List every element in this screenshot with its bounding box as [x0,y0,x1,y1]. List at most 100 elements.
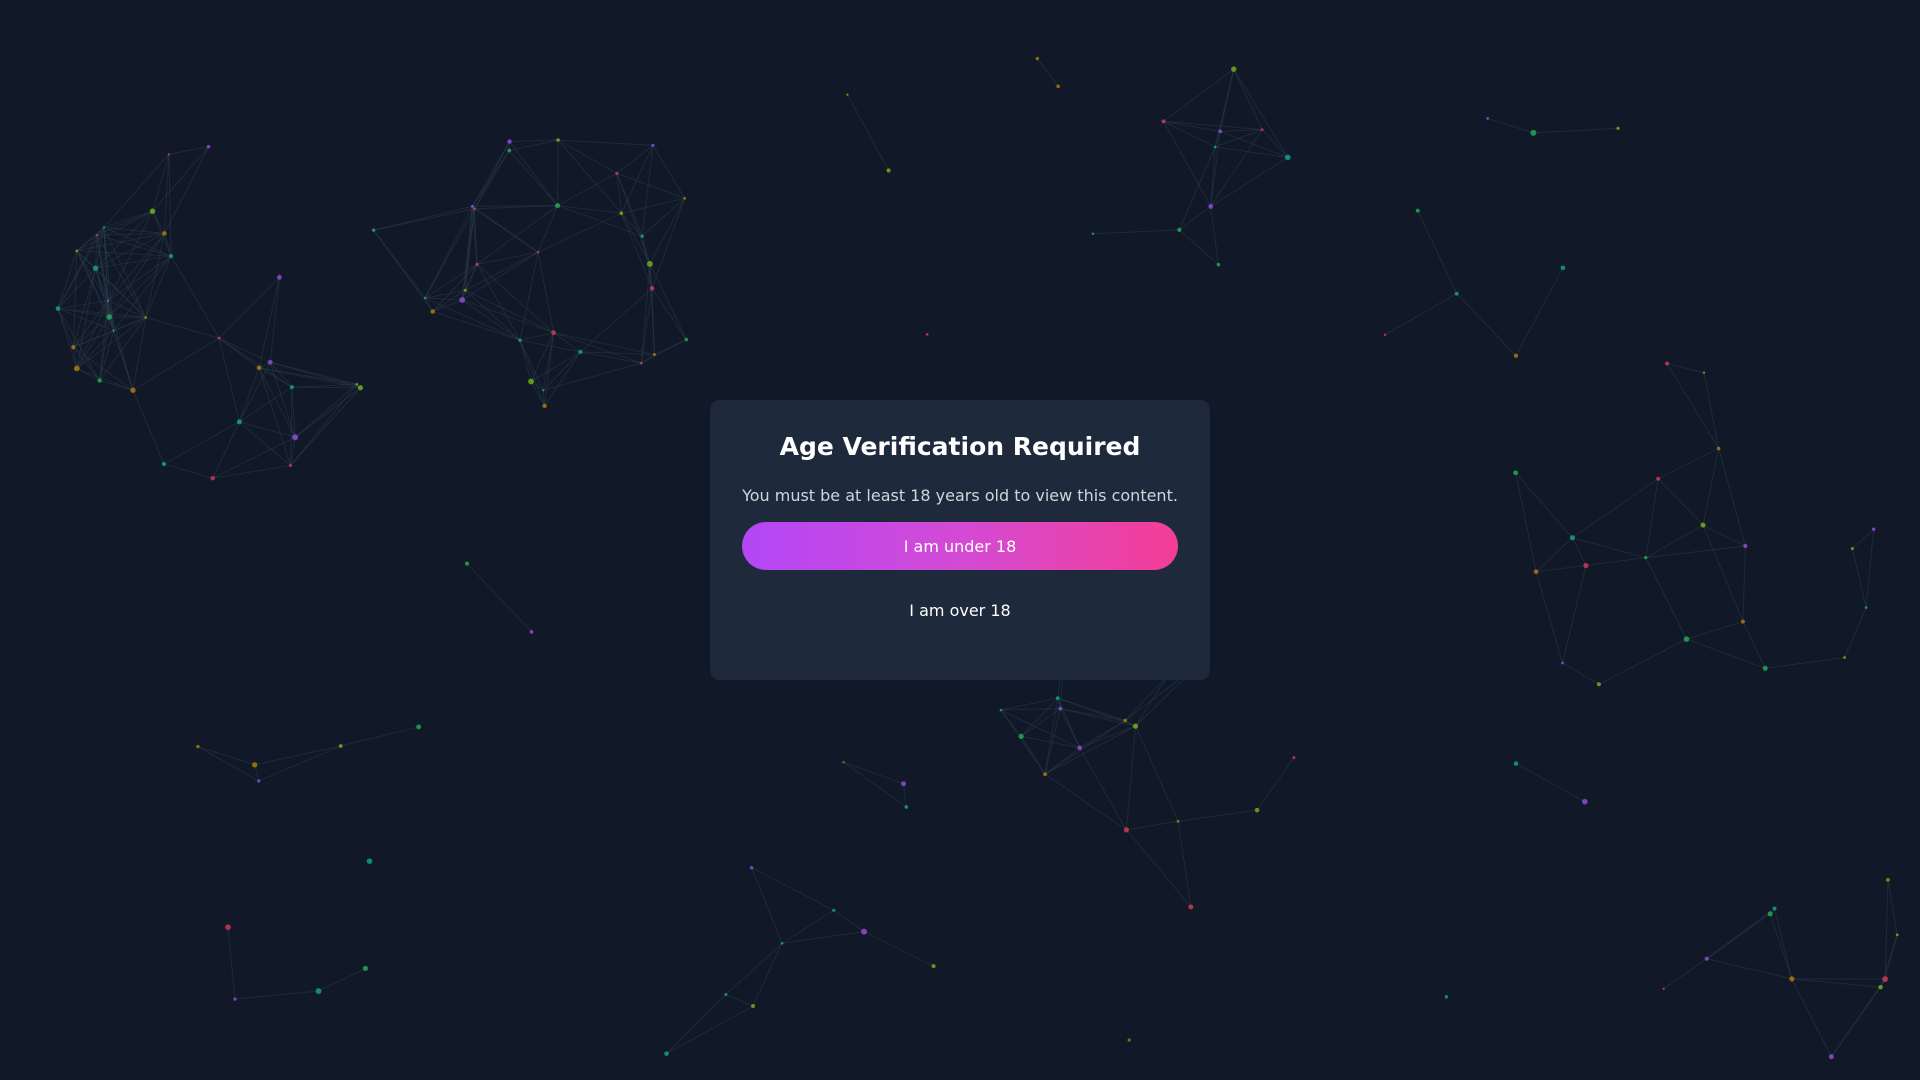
network-link [234,990,319,1000]
network-node [578,349,583,354]
network-link [1562,662,1600,685]
network-link [620,213,653,289]
network-link [1036,58,1059,87]
network-link [1791,978,1881,988]
network-node [106,299,110,303]
network-link [1562,565,1587,664]
network-link [1215,146,1288,158]
network-link [751,867,835,911]
network-node [846,93,849,96]
network-link [1092,229,1180,235]
network-link [752,943,783,1007]
network-node [149,208,156,215]
network-link [641,339,687,364]
network-link [132,390,165,465]
network-link [1487,117,1534,134]
under-18-button[interactable]: I am under 18 [742,522,1178,570]
network-node [542,389,545,392]
network-node [749,866,754,870]
over-18-button[interactable]: I am over 18 [742,586,1178,634]
network-node [475,262,479,266]
network-node [1161,119,1166,124]
network-node [106,314,113,320]
network-link [145,317,220,339]
network-link [163,463,213,479]
network-node [640,234,644,238]
network-link [1535,571,1564,664]
network-node [423,296,427,300]
network-node [206,144,211,149]
network-node [292,434,299,441]
network-link [1044,773,1127,831]
network-link [781,909,835,944]
network-link [1585,557,1646,567]
network-node [1254,807,1260,813]
network-link [472,205,539,253]
network-node [1850,546,1854,551]
network-node [161,461,167,467]
network-node [355,382,359,386]
network-link [1765,656,1845,669]
network-node [1292,756,1296,760]
network-node [1208,203,1214,209]
network-node [1560,265,1566,271]
network-node [619,211,624,216]
network-link [218,337,293,388]
network-node [267,359,273,365]
network-node [1596,682,1601,687]
network-link [1261,129,1289,158]
network-link [1163,121,1212,207]
network-link [170,255,220,339]
network-link [1456,293,1517,357]
network-link [1125,726,1137,830]
network-link [1515,472,1537,572]
network-node [1091,232,1095,236]
network-node [1871,527,1876,531]
network-link [1079,747,1127,831]
network-link [843,761,907,808]
network-node [288,464,292,468]
network-node [1533,569,1539,574]
network-link [290,384,358,466]
network-link [1515,763,1586,803]
network-link [1079,725,1136,749]
network-node [556,138,560,142]
network-link [197,746,260,782]
network-node [1284,154,1291,161]
network-link [1256,757,1295,811]
network-node [162,231,167,236]
network-node [615,171,619,176]
network-node [1218,129,1223,134]
network-node [528,378,534,385]
network-node [664,1051,669,1056]
network-link [1657,448,1719,480]
network-node [1530,129,1537,136]
network-node [196,744,200,749]
network-link [109,316,146,319]
network-link [620,145,654,214]
network-link [580,288,653,353]
network-node [931,964,936,969]
network-node [233,997,237,1001]
age-verification-modal: Age Verification Required You must be at… [710,400,1210,680]
network-link [843,761,904,785]
network-link [1000,697,1058,711]
network-link [254,745,341,766]
network-node [651,143,655,147]
network-node [144,316,147,319]
network-node [1702,371,1706,374]
network-link [212,436,296,479]
network-link [1702,524,1744,622]
network-link [1021,735,1080,749]
network-link [1178,809,1258,822]
network-link [1220,130,1288,158]
network-node [1123,827,1130,833]
network-link [1645,557,1687,640]
network-node [507,139,512,144]
network-node [1513,470,1518,476]
network-node [430,309,435,314]
network-link [1515,267,1564,357]
network-node [1569,535,1576,541]
network-node [780,941,784,945]
network-link [294,387,361,438]
